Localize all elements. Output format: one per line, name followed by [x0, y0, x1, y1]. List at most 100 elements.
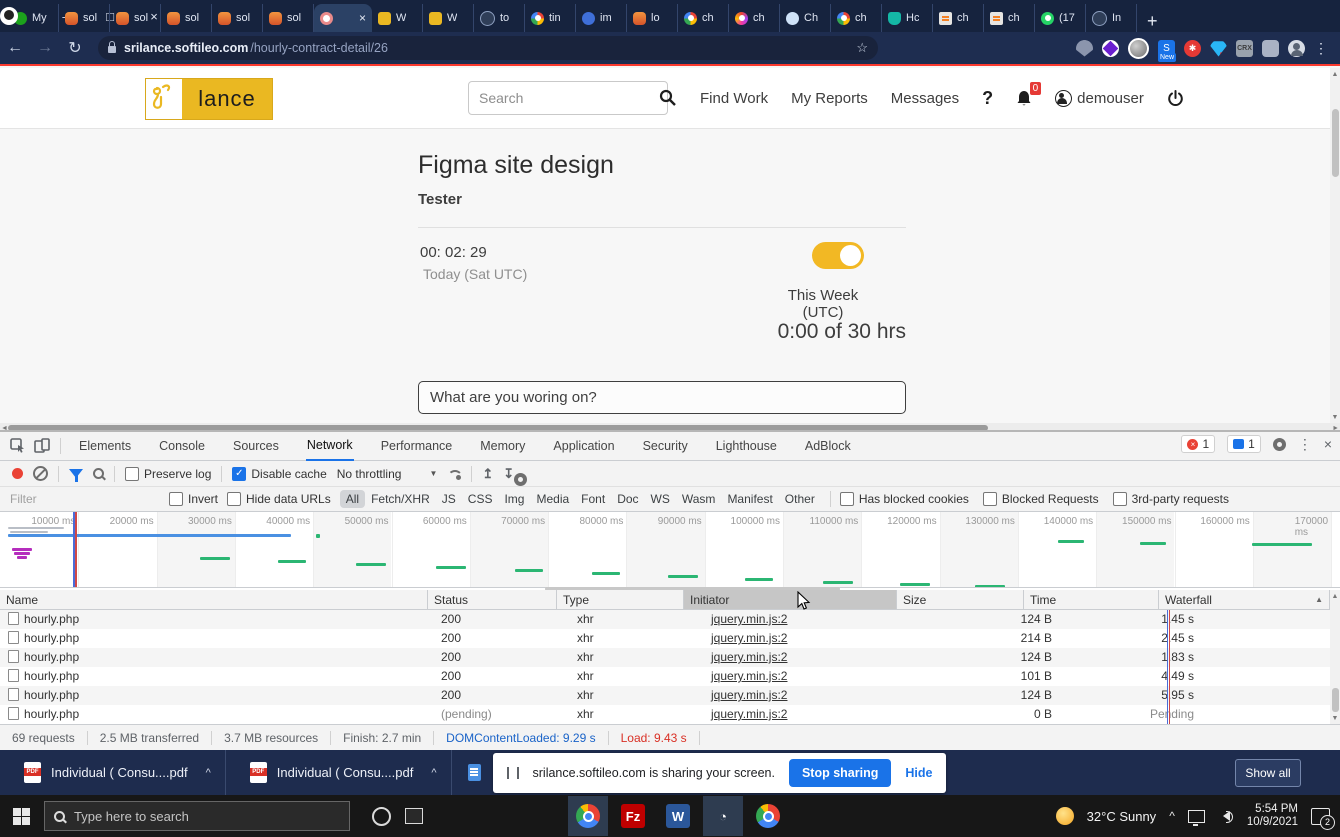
- devtools-tab-console[interactable]: Console: [158, 433, 206, 460]
- sort-asc-icon[interactable]: ▲: [1315, 595, 1323, 604]
- column-header-status[interactable]: Status: [428, 590, 557, 609]
- browser-tab[interactable]: to: [474, 4, 525, 32]
- page-vertical-scrollbar[interactable]: ▲ ▼: [1330, 68, 1340, 423]
- start-button[interactable]: [13, 808, 30, 825]
- download-menu-chevron-icon[interactable]: ^: [206, 767, 211, 779]
- resource-type-img[interactable]: Img: [498, 490, 530, 508]
- devtools-tab-security[interactable]: Security: [642, 433, 689, 460]
- browser-tab[interactable]: ch: [678, 4, 729, 32]
- reload-icon[interactable]: ↻: [60, 38, 90, 58]
- help-icon[interactable]: ?: [982, 88, 993, 109]
- network-conditions-icon[interactable]: [447, 470, 461, 478]
- devtools-tab-network[interactable]: Network: [306, 432, 354, 461]
- devtools-tab-application[interactable]: Application: [552, 433, 615, 460]
- resource-type-fetchxhr[interactable]: Fetch/XHR: [365, 490, 436, 508]
- browser-tab[interactable]: sol: [263, 4, 314, 32]
- gem-extension-icon[interactable]: 25: [1210, 40, 1227, 57]
- 3rd-party-requests-checkbox[interactable]: 3rd-party requests: [1113, 492, 1229, 506]
- site-search-input[interactable]: [468, 81, 668, 115]
- taskbar-app-file-explorer[interactable]: [478, 796, 518, 836]
- taskbar-app-screen-recorder[interactable]: [523, 796, 563, 836]
- scroll-up-icon[interactable]: ▲: [1330, 592, 1340, 601]
- browser-tab[interactable]: (17: [1035, 4, 1086, 32]
- devtools-close-icon[interactable]: ×: [1324, 436, 1332, 452]
- browser-tab[interactable]: W: [372, 4, 423, 32]
- work-description-input[interactable]: [418, 381, 906, 414]
- record-icon[interactable]: [12, 468, 23, 479]
- devtools-tab-elements[interactable]: Elements: [78, 433, 132, 460]
- network-status-icon[interactable]: [1188, 810, 1205, 823]
- console-message-badge[interactable]: 1: [1227, 435, 1261, 453]
- browser-profile-avatar[interactable]: [0, 7, 18, 25]
- initiator-link[interactable]: jquery.min.js:2: [711, 707, 787, 721]
- nav-my-reports[interactable]: My Reports: [791, 90, 868, 107]
- bookmark-star-icon[interactable]: ☆: [856, 40, 868, 56]
- column-header-name[interactable]: Name: [0, 590, 428, 609]
- taskbar-app-chrome[interactable]: [568, 796, 608, 836]
- browser-tab[interactable]: ch: [984, 4, 1035, 32]
- clock[interactable]: 5:54 PM 10/9/2021: [1247, 803, 1298, 829]
- nav-find-work[interactable]: Find Work: [700, 90, 768, 107]
- resource-type-manifest[interactable]: Manifest: [721, 490, 778, 508]
- timer-toggle[interactable]: [812, 242, 864, 269]
- profile-avatar-icon[interactable]: [1288, 40, 1305, 57]
- browser-tab[interactable]: sol: [110, 4, 161, 32]
- network-request-row[interactable]: hourly.php200xhrjquery.min.js:2124 B1.83…: [0, 648, 1330, 667]
- resource-type-font[interactable]: Font: [575, 490, 611, 508]
- disable-cache-checkbox[interactable]: ✓Disable cache: [232, 467, 326, 481]
- browser-menu-icon[interactable]: ⋮: [1314, 40, 1328, 57]
- srilance-logo[interactable]: lance: [145, 78, 273, 120]
- cortana-icon[interactable]: [372, 807, 391, 826]
- search-icon[interactable]: [93, 468, 104, 479]
- devtools-menu-icon[interactable]: ⋮: [1298, 436, 1312, 453]
- resource-type-other[interactable]: Other: [779, 490, 821, 508]
- resource-type-css[interactable]: CSS: [462, 490, 499, 508]
- browser-tab[interactable]: lo: [627, 4, 678, 32]
- devtools-tab-memory[interactable]: Memory: [479, 433, 526, 460]
- download-menu-chevron-icon[interactable]: ^: [431, 767, 436, 779]
- browser-tab[interactable]: ch: [831, 4, 882, 32]
- sphere-extension-icon[interactable]: [1128, 38, 1149, 59]
- taskbar-app-sticky-notes[interactable]: [433, 796, 473, 836]
- scroll-up-icon[interactable]: ▲: [1330, 70, 1340, 79]
- resource-type-media[interactable]: Media: [530, 490, 575, 508]
- devtools-tab-performance[interactable]: Performance: [380, 433, 454, 460]
- purple-extension-icon[interactable]: [1102, 40, 1119, 57]
- import-har-icon[interactable]: ↥: [482, 466, 493, 482]
- tab-close-icon[interactable]: ×: [359, 11, 366, 25]
- weather-sun-icon[interactable]: [1056, 807, 1074, 825]
- user-menu[interactable]: demouser: [1055, 90, 1144, 107]
- invert-checkbox[interactable]: Invert: [169, 492, 218, 506]
- initiator-link[interactable]: jquery.min.js:2: [711, 688, 787, 702]
- network-request-row[interactable]: hourly.php(pending)xhrjquery.min.js:20 B…: [0, 705, 1330, 724]
- resource-type-doc[interactable]: Doc: [611, 490, 644, 508]
- network-request-row[interactable]: hourly.php200xhrjquery.min.js:2101 B4.49…: [0, 667, 1330, 686]
- nav-messages[interactable]: Messages: [891, 90, 959, 107]
- taskbar-app-browser[interactable]: [748, 796, 788, 836]
- initiator-link[interactable]: jquery.min.js:2: [711, 669, 787, 683]
- clear-icon[interactable]: [33, 466, 48, 481]
- resource-type-all[interactable]: All: [340, 490, 365, 508]
- resource-type-wasm[interactable]: Wasm: [676, 490, 722, 508]
- show-all-button[interactable]: Show all: [1235, 759, 1301, 787]
- network-request-row[interactable]: hourly.php200xhrjquery.min.js:2124 B5.95…: [0, 686, 1330, 705]
- download-item[interactable]: Individual ( Consu....pdf^: [226, 750, 452, 795]
- shield-extension-icon[interactable]: [1076, 40, 1093, 57]
- devtools-tab-lighthouse[interactable]: Lighthouse: [715, 433, 778, 460]
- notifications-bell[interactable]: 0: [1016, 89, 1032, 107]
- column-header-type[interactable]: Type: [557, 590, 684, 609]
- back-icon[interactable]: ←: [0, 39, 30, 57]
- site-search-icon[interactable]: [659, 89, 677, 107]
- blocker-hand-extension-icon[interactable]: ✱: [1184, 40, 1201, 57]
- taskbar-app-timer-app[interactable]: ◔: [703, 796, 743, 836]
- new-tab-button[interactable]: +: [1147, 11, 1158, 32]
- browser-tab[interactable]: im: [576, 4, 627, 32]
- browser-tab[interactable]: sol: [59, 4, 110, 32]
- action-center-icon[interactable]: 2: [1311, 808, 1330, 825]
- throttling-select[interactable]: No throttling▼: [337, 467, 438, 481]
- puzzle-extensions-icon[interactable]: [1262, 40, 1279, 57]
- weather-text[interactable]: 32°C Sunny: [1087, 809, 1157, 824]
- active-tab[interactable]: ×: [314, 4, 372, 32]
- taskbar-app-word[interactable]: W: [658, 796, 698, 836]
- has-blocked-cookies-checkbox[interactable]: Has blocked cookies: [840, 492, 969, 506]
